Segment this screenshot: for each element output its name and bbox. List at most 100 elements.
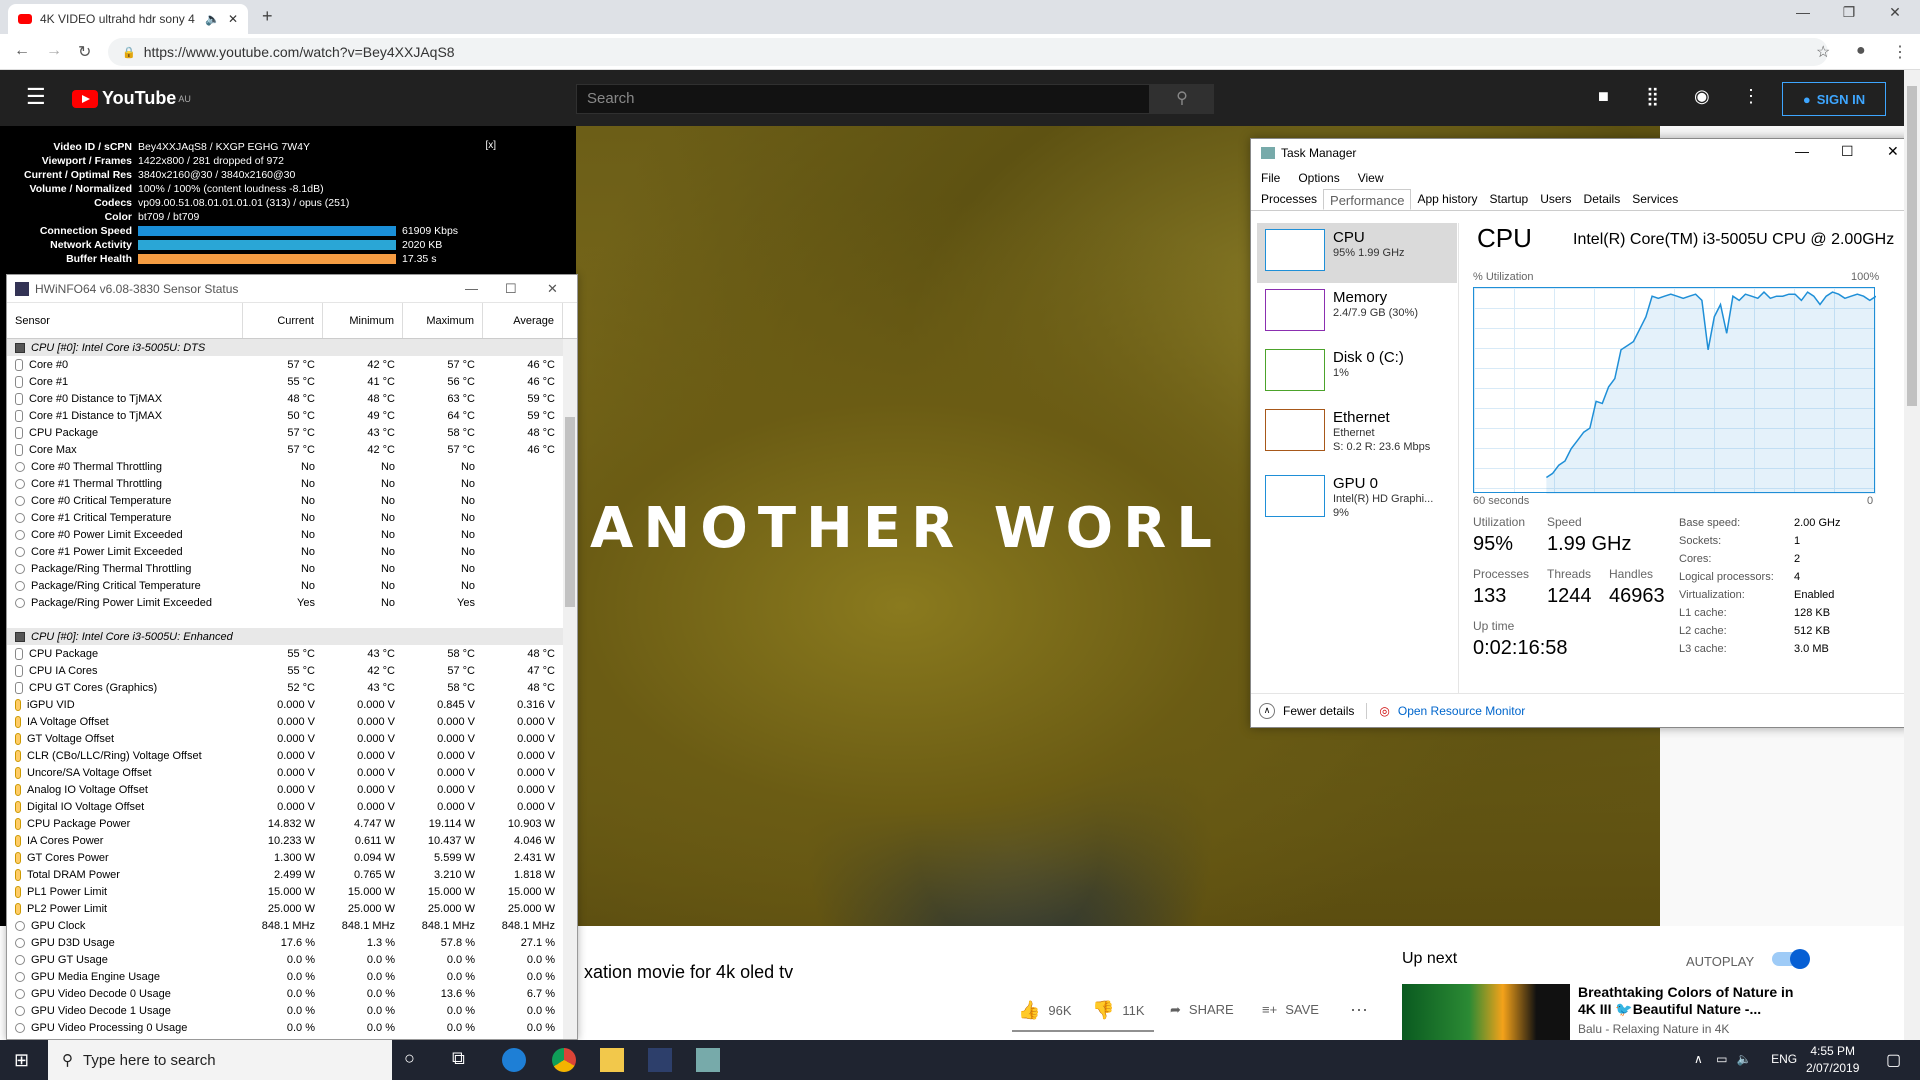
new-tab-button[interactable]: + [262,6,273,27]
language-indicator[interactable]: ENG [1771,1052,1797,1066]
resource-item[interactable]: CPU 95% 1.99 GHz [1257,223,1457,283]
sensor-minimum: 0.094 W [354,851,395,864]
taskbar-clock[interactable]: 4:55 PM 2/07/2019 [1806,1043,1859,1077]
menu-file[interactable]: File [1261,171,1280,185]
windows-start-icon[interactable]: ⊞ [14,1050,29,1071]
tab-close-icon[interactable]: ✕ [228,12,238,26]
col-sensor[interactable]: Sensor [7,303,243,338]
resource-item[interactable]: GPU 0 Intel(R) HD Graphi... 9% [1257,469,1457,529]
messages-icon[interactable]: ◉ [1694,86,1710,107]
col-average[interactable]: Average [483,303,563,338]
browser-tab[interactable]: 4K VIDEO ultrahd hdr sony 4 🔈 ✕ [8,4,248,34]
hwinfo-minimize-button[interactable]: — [465,281,478,296]
more-actions-icon[interactable]: ⋯ [1350,1000,1368,1021]
youtube-search-button[interactable]: ⚲ [1150,84,1214,114]
sensor-row: Core #1 Power Limit Exceeded No No No [7,543,577,560]
sensor-current: 57 °C [287,443,315,456]
back-icon[interactable]: ← [14,42,30,60]
fewer-details-link[interactable]: Fewer details [1283,704,1354,718]
sensor-average: 59 °C [527,392,555,405]
up-next-thumbnail[interactable] [1402,984,1570,1040]
tab-details[interactable]: Details [1578,189,1627,210]
close-button[interactable]: ✕ [1872,4,1918,21]
cpu-model: Intel(R) Core(TM) i3-5005U CPU @ 2.00GHz [1573,231,1895,248]
autoplay-toggle[interactable] [1772,949,1810,969]
share-button[interactable]: ➦ SHARE [1170,1002,1234,1018]
settings-more-icon[interactable]: ⋮ [1742,86,1760,107]
menu-options[interactable]: Options [1298,171,1339,185]
system-tray: ∧ ▭ 🔈 ENG [1694,1052,1797,1066]
stats-close-button[interactable]: [x] [485,140,496,151]
apps-grid-icon[interactable]: ⣿ [1646,86,1659,107]
sensor-current: 0.000 V [277,732,315,745]
resource-item[interactable]: Disk 0 (C:) 1% [1257,343,1457,403]
col-current[interactable]: Current [243,303,323,338]
task-manager-taskbar-icon[interactable] [696,1048,720,1072]
tab-performance[interactable]: Performance [1323,189,1412,210]
resource-sub2: 9% [1333,507,1349,519]
resource-list: CPU 95% 1.99 GHz Memory 2.4/7.9 GB (30%)… [1255,223,1459,693]
resource-item[interactable]: Ethernet Ethernet S: 0.2 R: 23.6 Mbps [1257,403,1457,463]
bookmark-star-icon[interactable]: ☆ [1816,42,1830,62]
sensor-minimum: 43 °C [367,681,395,694]
tab-users[interactable]: Users [1534,189,1577,210]
save-button[interactable]: ≡+ SAVE [1262,1002,1319,1017]
up-next-channel[interactable]: Balu - Relaxing Nature in 4K [1578,1022,1729,1036]
reload-icon[interactable]: ↻ [78,42,91,62]
tab-processes[interactable]: Processes [1255,189,1323,210]
col-minimum[interactable]: Minimum [323,303,403,338]
hamburger-menu-icon[interactable]: ☰ [26,84,46,110]
chevron-up-icon[interactable]: ∧ [1259,702,1275,719]
sensor-minimum: No [380,579,395,592]
tab-app-history[interactable]: App history [1411,189,1483,210]
tm-minimize-button[interactable]: — [1795,143,1809,159]
create-video-icon[interactable]: ■ [1598,86,1609,107]
speaker-icon[interactable]: 🔈 [205,12,220,26]
edge-icon[interactable] [502,1048,526,1072]
resource-mini-graph [1265,289,1325,331]
file-explorer-icon[interactable] [600,1048,624,1072]
col-maximum[interactable]: Maximum [403,303,483,338]
notifications-icon[interactable]: ▢ [1886,1050,1901,1070]
like-button[interactable]: 👍 96K [1018,1000,1072,1021]
menu-view[interactable]: View [1358,171,1384,185]
restore-button[interactable]: ❐ [1826,4,1872,21]
hwinfo-maximize-button[interactable]: ☐ [505,281,517,297]
dislike-button[interactable]: 👎 11K [1092,1000,1145,1021]
profile-icon[interactable]: ● [1856,42,1866,60]
sign-in-button[interactable]: ● SIGN IN [1782,82,1886,116]
hwinfo-close-button[interactable]: ✕ [547,281,558,297]
network-icon[interactable]: ▭ [1716,1052,1727,1066]
taskbar-search[interactable]: ⚲ Type here to search [48,1040,392,1080]
hwinfo-scroll-thumb[interactable] [565,417,575,607]
youtube-search-input[interactable]: Search [576,84,1150,114]
omnibox[interactable]: 🔒 https://www.youtube.com/watch?v=Bey4XX… [108,38,1828,66]
chrome-icon[interactable] [552,1048,576,1072]
sensor-minimum: 15.000 W [347,885,395,898]
volume-icon[interactable]: 🔈 [1737,1052,1752,1066]
minimize-button[interactable]: — [1780,4,1826,20]
open-resource-monitor-link[interactable]: Open Resource Monitor [1398,704,1525,718]
tab-services[interactable]: Services [1626,189,1684,210]
tray-expand-icon[interactable]: ∧ [1694,1052,1703,1066]
spec-row: Sockets: 1 [1679,535,1899,553]
forward-icon[interactable]: → [46,42,62,60]
gauge-icon [15,971,25,982]
youtube-logo[interactable]: YouTube AU [72,88,191,109]
cortana-icon[interactable]: ○ [404,1048,415,1069]
sensor-average: 25.000 W [507,902,555,915]
tm-maximize-button[interactable]: ☐ [1841,143,1854,160]
up-next-title[interactable]: Breathtaking Colors of Nature in 4K III … [1578,984,1808,1018]
task-view-icon[interactable]: ⧉ [452,1048,465,1069]
page-scroll-thumb[interactable] [1907,86,1917,406]
spec-row: Cores: 2 [1679,553,1899,571]
hwinfo-taskbar-icon[interactable] [648,1048,672,1072]
tab-startup[interactable]: Startup [1483,189,1534,210]
task-manager-tabs: Processes Performance App history Startu… [1251,189,1913,211]
chrome-menu-icon[interactable]: ⋮ [1892,42,1908,62]
sensor-name: Package/Ring Critical Temperature [31,579,201,592]
sensor-maximum: 0.0 % [446,970,475,983]
stats-bar [138,226,396,236]
resource-item[interactable]: Memory 2.4/7.9 GB (30%) [1257,283,1457,343]
tm-close-button[interactable]: ✕ [1887,143,1899,160]
